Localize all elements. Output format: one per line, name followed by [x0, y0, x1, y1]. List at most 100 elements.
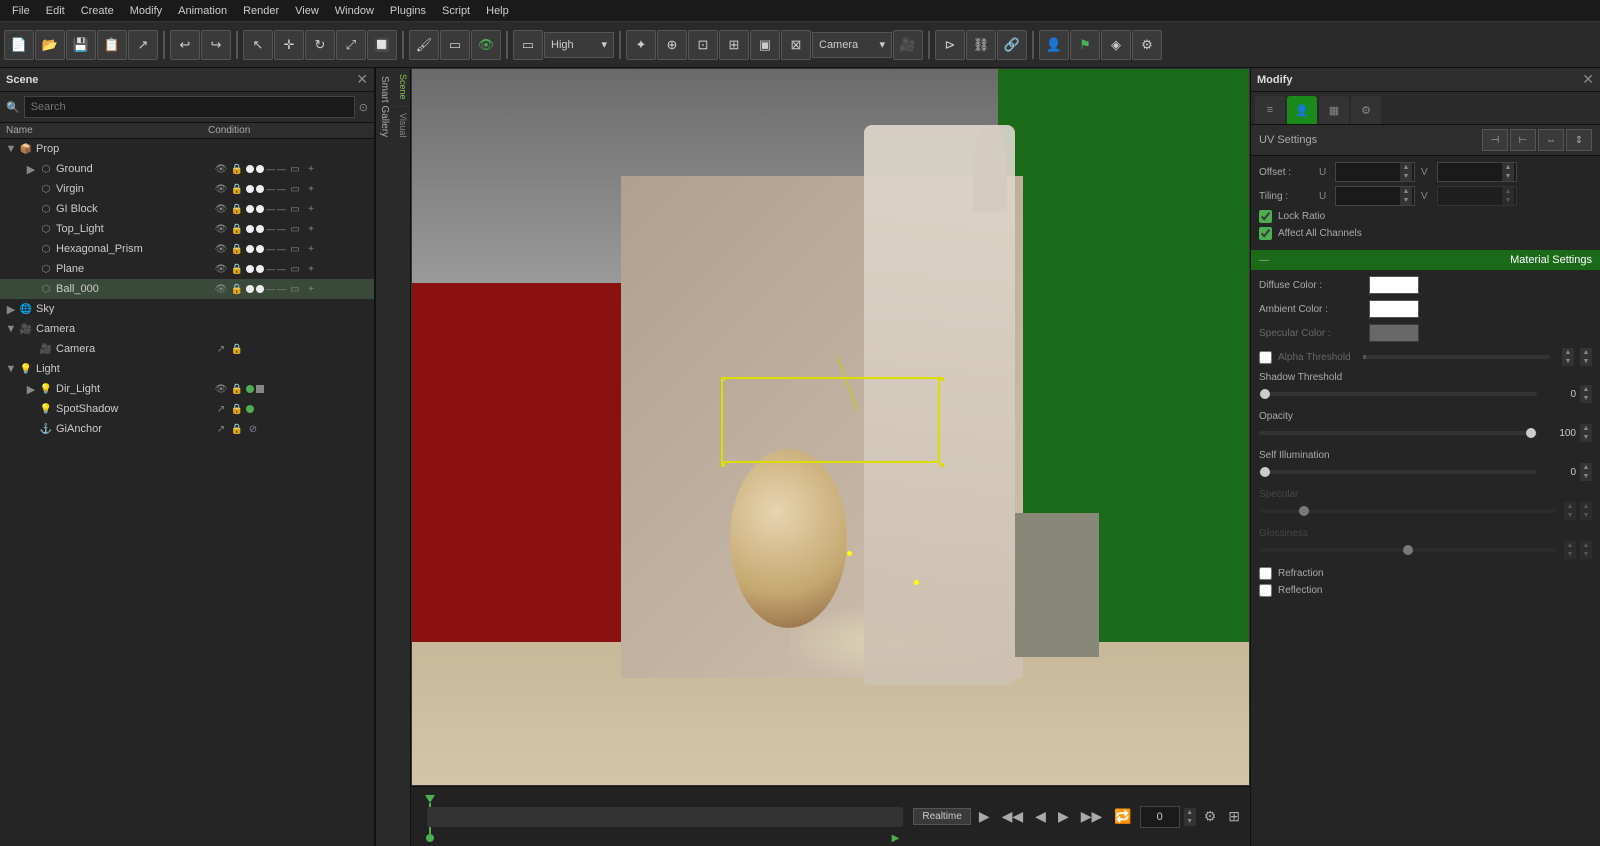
lock-plane[interactable]: 🔒 [230, 262, 244, 276]
select2-tool[interactable]: ▭ [440, 30, 470, 60]
lock-icon2[interactable]: 🔒 [230, 182, 244, 196]
frame-btn[interactable]: ⊡ [688, 30, 718, 60]
tb-btn-d[interactable]: ⊠ [781, 30, 811, 60]
lock-ball[interactable]: 🔒 [230, 282, 244, 296]
menu-modify[interactable]: Modify [122, 3, 170, 19]
shadow-threshold-track[interactable] [1259, 392, 1537, 396]
specular-down[interactable]: ▼ [1564, 511, 1576, 520]
lock-gi[interactable]: 🔒 [230, 202, 244, 216]
lock-tl[interactable]: 🔒 [230, 222, 244, 236]
affect-all-checkbox[interactable] [1259, 227, 1272, 240]
vis-plane[interactable]: 👁 [214, 262, 228, 276]
save-as-button[interactable]: 📋 [97, 30, 127, 60]
uv-map-right-btn[interactable]: ⊢ [1510, 129, 1536, 151]
vis-hex[interactable]: 👁 [214, 242, 228, 256]
uv-mirror-v-btn[interactable]: ⇕ [1566, 129, 1592, 151]
snap-tool[interactable]: 🔲 [367, 30, 397, 60]
toggle-light-group[interactable]: ▼ [4, 363, 18, 375]
menu-script[interactable]: Script [434, 3, 478, 19]
tree-item-spot-shadow[interactable]: 💡 SpotShadow ↗ 🔒 [0, 399, 374, 419]
figure-btn[interactable]: 👤 [1039, 30, 1069, 60]
vis-tl[interactable]: 👁 [214, 222, 228, 236]
camera-dropdown[interactable]: Camera ▾ [812, 32, 892, 58]
glossiness-up[interactable]: ▲ [1564, 541, 1576, 550]
realtime-btn[interactable]: Realtime [913, 808, 970, 825]
alpha-extra-down[interactable]: ▼ [1580, 357, 1592, 366]
menu-edit[interactable]: Edit [38, 3, 73, 19]
scale-tool[interactable]: ⤢ [336, 30, 366, 60]
tb-btn-c[interactable]: ▣ [750, 30, 780, 60]
nav-btn[interactable]: ◈ [1101, 30, 1131, 60]
pi7[interactable]: + [304, 282, 318, 296]
next-frame-btn[interactable]: ▶▶ [1077, 806, 1107, 827]
extra-icon[interactable]: ▭ [288, 162, 302, 176]
toggle-dir-light[interactable]: ▶ [24, 383, 38, 396]
tiling-u-down[interactable]: ▼ [1400, 196, 1412, 205]
offset-u-down[interactable]: ▼ [1400, 172, 1412, 181]
vis-ss[interactable]: ↗ [214, 402, 228, 416]
lock-dl[interactable]: 🔒 [230, 382, 244, 396]
diffuse-color-swatch[interactable] [1369, 276, 1419, 294]
scene-tab[interactable]: Scene [393, 68, 410, 107]
pi3[interactable]: + [304, 202, 318, 216]
ei5[interactable]: ▭ [288, 242, 302, 256]
smart-gallery-tab[interactable]: Smart Gallery [375, 68, 393, 846]
alpha-threshold-checkbox[interactable] [1259, 351, 1272, 364]
refraction-checkbox[interactable] [1259, 567, 1272, 580]
self-illumination-track[interactable] [1259, 470, 1537, 474]
camera-btn[interactable]: 🎥 [893, 30, 923, 60]
loop-btn[interactable]: 🔁 [1110, 806, 1135, 827]
offset-v-input[interactable]: 0.000 ▲ ▼ [1437, 162, 1517, 182]
lock-ss[interactable]: 🔒 [230, 402, 244, 416]
vis-icon[interactable]: 👁 [214, 162, 228, 176]
offset-u-up[interactable]: ▲ [1400, 163, 1412, 172]
tree-item-light-group[interactable]: ▼ 💡 Light [0, 359, 374, 379]
tiling-u-input[interactable]: 1.000 ▲ ▼ [1335, 186, 1415, 206]
undo-button[interactable]: ↩ [170, 30, 200, 60]
shadow-threshold-thumb[interactable] [1260, 389, 1270, 399]
specular-track[interactable] [1259, 509, 1556, 513]
vis-ball[interactable]: 👁 [214, 282, 228, 296]
tree-item-virgin[interactable]: ⬡ Virgin 👁 🔒 — — ▭ + [0, 179, 374, 199]
vis-ga[interactable]: ↗ [214, 422, 228, 436]
tiling-u-up[interactable]: ▲ [1400, 187, 1412, 196]
tiling-u-field[interactable]: 1.000 [1340, 191, 1400, 202]
mod-tab-grid[interactable]: ▦ [1319, 96, 1349, 124]
tree-item-prop[interactable]: ▼ 📦 Prop [0, 139, 374, 159]
menu-animation[interactable]: Animation [170, 3, 235, 19]
mod-tab-settings[interactable]: ≡ [1255, 96, 1285, 124]
offset-u-field[interactable]: 0.000 [1340, 167, 1400, 178]
pi2[interactable]: + [304, 182, 318, 196]
frame-up[interactable]: ▲ [1184, 808, 1196, 817]
specular-extra-up[interactable]: ▲ [1580, 502, 1592, 511]
opacity-up[interactable]: ▲ [1580, 424, 1592, 433]
visual-tab[interactable]: Visual [393, 107, 410, 143]
pi6[interactable]: + [304, 262, 318, 276]
shadow-down[interactable]: ▼ [1580, 394, 1592, 403]
offset-v-down[interactable]: ▼ [1502, 172, 1514, 181]
frame-input[interactable] [1140, 806, 1180, 828]
rotate-tool[interactable]: ↻ [305, 30, 335, 60]
pi5[interactable]: + [304, 242, 318, 256]
tree-item-sky[interactable]: ▶ 🌐 Sky [0, 299, 374, 319]
menu-create[interactable]: Create [73, 3, 122, 19]
export-button[interactable]: ↗ [128, 30, 158, 60]
search-input[interactable] [24, 96, 355, 118]
tiling-v-field[interactable]: 1.000 [1442, 191, 1502, 202]
uv-map-left-btn[interactable]: ⊣ [1482, 129, 1508, 151]
plus-icon[interactable]: + [304, 162, 318, 176]
toggle-sky[interactable]: ▶ [4, 303, 18, 316]
offset-v-up[interactable]: ▲ [1502, 163, 1514, 172]
tb-btn-b[interactable]: ⊞ [719, 30, 749, 60]
alpha-up[interactable]: ▲ [1562, 348, 1574, 357]
menu-window[interactable]: Window [327, 3, 382, 19]
glossiness-extra-up[interactable]: ▲ [1580, 541, 1592, 550]
specular-up[interactable]: ▲ [1564, 502, 1576, 511]
tree-item-camera[interactable]: 🎥 Camera ↗ 🔒 [0, 339, 374, 359]
save-button[interactable]: 💾 [66, 30, 96, 60]
new-button[interactable]: 📄 [4, 30, 34, 60]
glossiness-extra-down[interactable]: ▼ [1580, 550, 1592, 559]
tree-item-gi-block[interactable]: ⬡ GI Block 👁 🔒 — — ▭ + [0, 199, 374, 219]
ei3[interactable]: ▭ [288, 202, 302, 216]
mat-collapse-icon[interactable]: — [1259, 255, 1269, 266]
